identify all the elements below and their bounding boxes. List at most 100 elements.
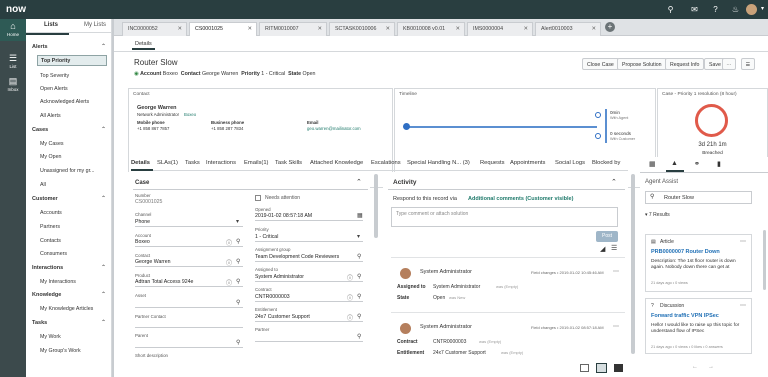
- activity-scrollbar[interactable]: [631, 174, 635, 354]
- search-icon[interactable]: ⚲: [236, 278, 240, 285]
- search-icon[interactable]: ⚲: [236, 339, 240, 346]
- tab-social-logs[interactable]: Social Logs: [555, 160, 585, 166]
- chevron-up-icon[interactable]: ⌃: [101, 291, 106, 298]
- calendar-icon[interactable]: ▦: [357, 212, 363, 219]
- list-item[interactable]: All: [40, 182, 46, 188]
- more-options-icon[interactable]: ⋯: [740, 238, 746, 245]
- section-cases[interactable]: Cases: [32, 127, 48, 133]
- menu-icon[interactable]: ☰: [741, 58, 755, 70]
- prev-page-icon[interactable]: ←: [692, 364, 698, 370]
- chevron-up-icon[interactable]: ⌃: [101, 264, 106, 271]
- next-page-icon[interactable]: →: [708, 364, 714, 370]
- chevron-down-icon[interactable]: ▾: [757, 4, 768, 15]
- layout-single-icon[interactable]: [580, 364, 589, 372]
- list-item[interactable]: Consumers: [40, 251, 67, 257]
- tab-lists[interactable]: Lists: [44, 22, 58, 28]
- chevron-up-icon[interactable]: ⌃: [101, 126, 106, 133]
- list-item[interactable]: All Alerts: [40, 113, 61, 119]
- tab-details[interactable]: Details: [132, 39, 155, 50]
- knowledge-card[interactable]: ▤ Article ⋯ PRB0000007 Router Down Descr…: [645, 234, 752, 292]
- search-icon[interactable]: ⚲: [357, 253, 361, 260]
- more-options-icon[interactable]: ⋯: [722, 58, 736, 70]
- tab-cs0001025[interactable]: CS0001025 ✕: [189, 22, 257, 36]
- list-item[interactable]: My Cases: [40, 141, 64, 147]
- chevron-up-icon[interactable]: ⌃: [101, 319, 106, 326]
- tab-escalations[interactable]: Escalations: [371, 160, 401, 166]
- list-item[interactable]: Partners: [40, 224, 60, 230]
- contact-field[interactable]: George Warren: [135, 259, 171, 265]
- list-item[interactable]: Accounts: [40, 210, 62, 216]
- menu-icon[interactable]: ☰: [611, 244, 617, 252]
- search-icon[interactable]: ⚲: [357, 273, 361, 280]
- contact-company[interactable]: Boxeo: [184, 112, 196, 117]
- tab-ims0000004[interactable]: IMS0000004 ✕: [467, 22, 533, 36]
- knowledge-card[interactable]: ? Discussion ⋯ Forward traffic VPN IPSec…: [645, 298, 752, 354]
- section-knowledge[interactable]: Knowledge: [32, 292, 61, 298]
- bookmark-icon[interactable]: ▮: [717, 160, 721, 168]
- tab-kb0010008[interactable]: KB0010008 v0.01 ✕: [397, 22, 465, 36]
- rail-home[interactable]: ⌂ Home: [0, 19, 26, 41]
- grid-icon[interactable]: ▦: [649, 160, 656, 168]
- tab-slas[interactable]: SLAs(1): [157, 160, 178, 166]
- close-icon[interactable]: ✕: [386, 26, 390, 32]
- results-toggle[interactable]: ▾ 7 Results: [645, 212, 670, 218]
- list-item[interactable]: Acknowledged Alerts: [40, 99, 89, 105]
- list-item[interactable]: Unassigned for my gr...: [40, 168, 94, 174]
- rail-inbox[interactable]: ▤ Inbox: [0, 76, 26, 94]
- avatar[interactable]: [746, 4, 757, 15]
- close-icon[interactable]: ✕: [178, 26, 182, 32]
- list-item[interactable]: Open Alerts: [40, 86, 68, 92]
- tab-requests[interactable]: Requests: [480, 160, 505, 166]
- layout-split-icon[interactable]: [596, 363, 607, 373]
- request-info-button[interactable]: Request Info: [665, 58, 705, 70]
- section-interactions[interactable]: Interactions: [32, 265, 63, 271]
- close-icon[interactable]: ✕: [248, 26, 252, 32]
- list-item[interactable]: My Interactions: [40, 279, 76, 285]
- entitlement-field[interactable]: 24x7 Customer Support: [255, 314, 310, 320]
- chevron-up-icon[interactable]: ⌃: [356, 178, 362, 186]
- priority-select[interactable]: 1 - Critical: [255, 234, 278, 240]
- chevron-up-icon[interactable]: ⌃: [611, 178, 617, 186]
- close-icon[interactable]: ✕: [456, 26, 460, 32]
- section-alerts[interactable]: Alerts: [32, 44, 48, 50]
- close-icon[interactable]: ✕: [524, 26, 528, 32]
- search-icon[interactable]: ⚲: [357, 313, 361, 320]
- section-tasks[interactable]: Tasks: [32, 320, 47, 326]
- list-item[interactable]: My Group's Work: [40, 348, 81, 354]
- tab-sctask0010006[interactable]: SCTASK0010006 ✕: [329, 22, 395, 36]
- close-icon[interactable]: ✕: [592, 26, 596, 32]
- search-icon[interactable]: ⚲: [357, 293, 361, 300]
- add-tab-icon[interactable]: +: [605, 22, 615, 32]
- card-title[interactable]: Forward traffic VPN IPSec: [651, 313, 719, 319]
- tab-attached-knowledge[interactable]: Attached Knowledge: [310, 160, 363, 166]
- list-item-top-priority[interactable]: Top Priority: [37, 55, 107, 66]
- post-button[interactable]: Post: [596, 231, 618, 242]
- tab-inc0000052[interactable]: INC0000052 ✕: [122, 22, 187, 36]
- chat-icon[interactable]: ✉: [689, 4, 700, 15]
- email-value[interactable]: geo.warren@mailinator.com: [307, 126, 361, 131]
- chevron-down-icon[interactable]: ▾: [236, 218, 239, 225]
- card-title[interactable]: PRB0000007 Router Down: [651, 249, 720, 255]
- more-options-icon[interactable]: ⋯: [613, 268, 619, 275]
- assist-search-input[interactable]: Router Slow: [645, 191, 752, 204]
- list-item[interactable]: My Knowledge Articles: [40, 306, 93, 312]
- filter-icon[interactable]: ◢: [600, 245, 605, 253]
- close-icon[interactable]: ✕: [318, 26, 322, 32]
- tab-special-handling[interactable]: Special Handling N... (3): [407, 160, 470, 166]
- rail-list[interactable]: ☰ List: [0, 53, 26, 71]
- tab-task-skills[interactable]: Task Skills: [275, 160, 302, 166]
- respond-mode-select[interactable]: Additional comments (Customer visible): [468, 196, 573, 202]
- tab-interactions[interactable]: Interactions: [206, 160, 236, 166]
- tab-details[interactable]: Details: [131, 160, 150, 166]
- paperclip-icon[interactable]: ⚭: [694, 160, 700, 168]
- account-field[interactable]: Boxeo: [135, 239, 150, 245]
- comment-input[interactable]: Type comment or attach solution: [391, 207, 618, 227]
- chevron-down-icon[interactable]: ▾: [357, 233, 360, 240]
- search-icon[interactable]: ⚲: [236, 299, 240, 306]
- search-icon[interactable]: ⚲: [236, 238, 240, 245]
- assignment-group-field[interactable]: Team Development Code Reviewers: [255, 254, 339, 260]
- bell-icon[interactable]: ♨: [730, 4, 741, 15]
- channel-select[interactable]: Phone: [135, 219, 150, 225]
- tab-blocked-by[interactable]: Blocked by: [592, 160, 620, 166]
- more-options-icon[interactable]: ⋯: [613, 323, 619, 330]
